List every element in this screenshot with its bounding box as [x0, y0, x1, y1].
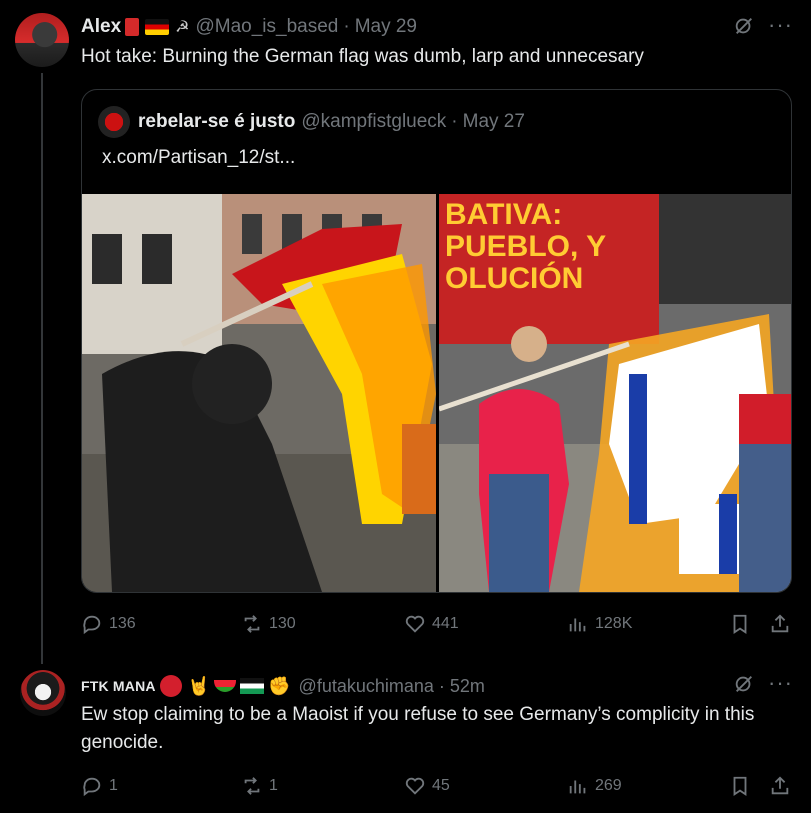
more-icon[interactable]: ···	[768, 12, 793, 38]
views-icon	[569, 780, 586, 794]
reply-count: 136	[109, 615, 136, 632]
more-icon[interactable]: ···	[768, 670, 793, 696]
watermelon-emoji	[214, 680, 237, 692]
grok-icon	[735, 18, 752, 34]
views-icon	[569, 618, 586, 632]
post-actions: 136 130 441 128K	[81, 613, 791, 637]
name-emoji: ☭	[125, 17, 189, 37]
avatar[interactable]	[20, 670, 66, 716]
views-button[interactable]: 128K	[567, 613, 632, 635]
reply-button[interactable]: 1	[81, 775, 118, 797]
like-icon	[405, 615, 425, 633]
like-count: 441	[432, 615, 459, 632]
thread-line	[41, 73, 43, 664]
reply-count: 1	[109, 777, 118, 794]
photo-flag-burning-1[interactable]	[82, 194, 436, 592]
post-2[interactable]: FTK MANA 🤘 ✊ @futakuchimana · 52m ··· Ew…	[0, 658, 811, 813]
palestine-flag-emoji	[240, 678, 265, 694]
repost-button[interactable]: 130	[241, 613, 296, 635]
repost-button[interactable]: 1	[241, 775, 278, 797]
svg-text:BATIVA:: BATIVA:	[445, 198, 562, 231]
book-emoji	[125, 18, 140, 36]
views-count: 128K	[595, 615, 633, 632]
timestamp[interactable]: 52m	[450, 676, 485, 697]
hammer-sickle-emoji: ☭	[175, 19, 190, 36]
svg-text:PUEBLO, Y: PUEBLO, Y	[445, 230, 606, 263]
german-flag-emoji	[145, 19, 170, 35]
name-emoji: 🤘 ✊	[159, 675, 291, 697]
repost-count: 1	[269, 777, 278, 794]
like-button[interactable]: 45	[404, 775, 450, 797]
post-text: Ew stop claiming to be a Maoist if you r…	[81, 704, 755, 753]
handle[interactable]: @futakuchimana	[299, 676, 434, 697]
share-icon[interactable]	[769, 775, 791, 797]
display-name[interactable]: FTK MANA	[81, 678, 156, 694]
quote-avatar[interactable]	[98, 106, 130, 138]
like-icon	[405, 777, 425, 795]
post-header: FTK MANA 🤘 ✊ @futakuchimana · 52m	[81, 673, 485, 699]
separator: ·	[438, 675, 445, 696]
grok-button[interactable]	[733, 15, 755, 37]
quote-timestamp[interactable]: May 27	[463, 111, 525, 133]
post-1[interactable]: Alex ☭ @Mao_is_based · May 29 ··· Hot ta…	[0, 0, 811, 664]
avatar[interactable]	[15, 13, 69, 67]
red-circle-emoji	[159, 675, 182, 697]
quote-header: rebelar-se é justo @kampfistglueck · May…	[138, 108, 525, 136]
reply-button[interactable]: 136	[81, 613, 136, 635]
timestamp[interactable]: May 29	[355, 16, 417, 38]
raised-fist-emoji: ✊	[268, 675, 291, 696]
quote-handle[interactable]: @kampfistglueck	[301, 111, 446, 133]
repost-count: 130	[269, 615, 296, 632]
quote-link[interactable]: x.com/Partisan_12/st...	[102, 144, 295, 172]
quote-separator: ·	[451, 111, 458, 132]
grok-button[interactable]	[733, 673, 755, 695]
quote-display-name[interactable]: rebelar-se é justo	[138, 111, 295, 133]
bookmark-icon[interactable]	[729, 775, 751, 797]
photo-flag-burning-2[interactable]: BATIVA: PUEBLO, Y OLUCIÓN	[439, 194, 791, 592]
post-actions: 1 1 45 269	[81, 775, 791, 799]
rock-hand-emoji: 🤘	[187, 675, 211, 696]
share-icon[interactable]	[769, 613, 791, 635]
handle[interactable]: @Mao_is_based	[195, 16, 338, 38]
display-name[interactable]: Alex	[81, 16, 121, 38]
svg-text:OLUCIÓN: OLUCIÓN	[445, 261, 583, 295]
post-header: Alex ☭ @Mao_is_based · May 29	[81, 13, 417, 41]
reply-icon	[83, 615, 101, 635]
post-text: Hot take: Burning the German flag was du…	[81, 46, 644, 67]
like-count: 45	[432, 777, 450, 794]
repost-icon	[244, 777, 260, 795]
views-button[interactable]: 269	[567, 775, 622, 797]
separator: ·	[343, 16, 350, 37]
repost-icon	[244, 615, 260, 633]
views-count: 269	[595, 777, 622, 794]
grok-icon	[735, 676, 752, 692]
quoted-post[interactable]: rebelar-se é justo @kampfistglueck · May…	[81, 89, 792, 593]
like-button[interactable]: 441	[404, 613, 459, 635]
reply-icon	[83, 777, 101, 797]
bookmark-icon[interactable]	[729, 613, 751, 635]
